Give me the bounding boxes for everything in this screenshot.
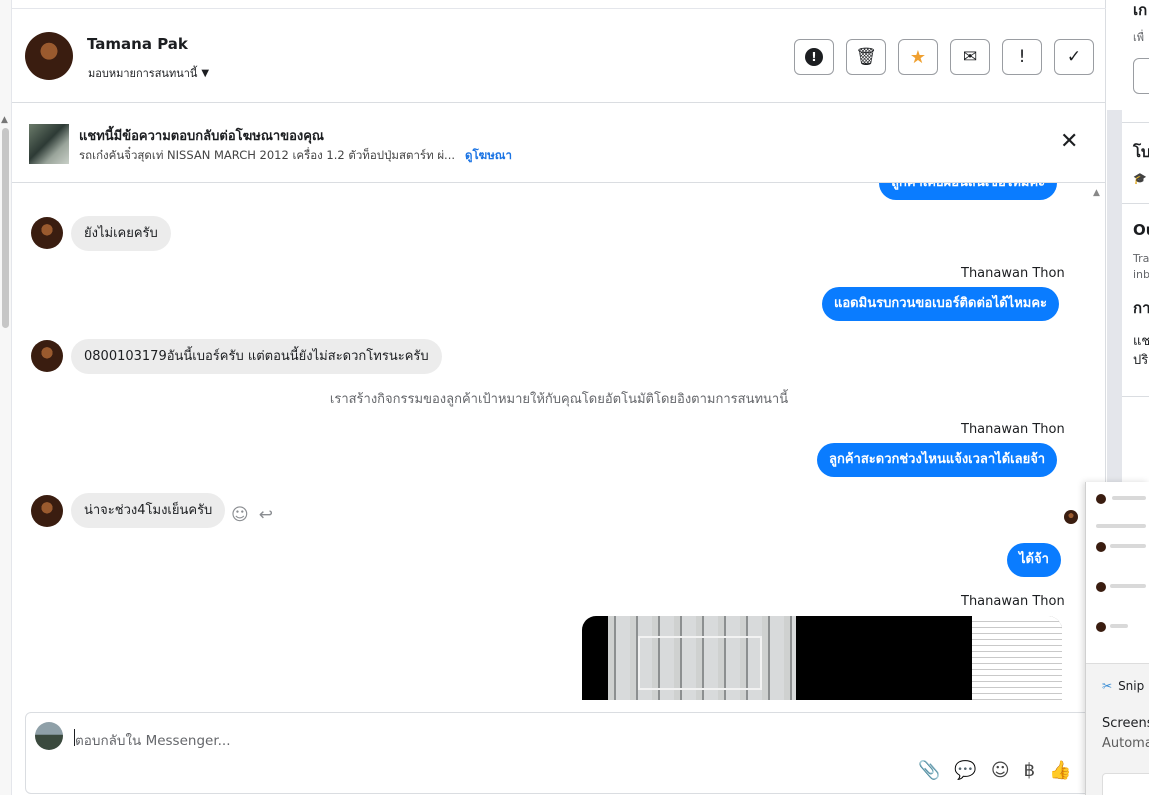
thumbnail-avatar [1096, 582, 1106, 592]
mark-done-button[interactable]: ✓ [1054, 39, 1094, 75]
panel-text: แช [1133, 334, 1149, 349]
left-scrollbar[interactable]: ▲ [0, 0, 12, 795]
scroll-up-arrow-icon[interactable]: ▲ [1093, 188, 1100, 198]
sender-name: Thanawan Thon [961, 266, 1065, 281]
thumbnail-line [1112, 496, 1146, 500]
ad-banner-description: รถเก๋งคันจิ๋วสุดเท่ NISSAN MARCH 2012 เค… [79, 147, 512, 165]
checkmark-icon: ✓ [1066, 47, 1082, 67]
ad-thumbnail[interactable] [29, 124, 69, 164]
panel-section-title: กา [1133, 299, 1149, 317]
thumbnail-avatar [1096, 494, 1106, 504]
panel-text: Tra [1133, 252, 1149, 265]
saved-reply-icon[interactable]: 💬 [954, 760, 976, 781]
panel-section-title: เก [1133, 1, 1148, 19]
panel-section-title: Ou [1133, 221, 1149, 239]
panel-text: ปริ [1133, 353, 1149, 368]
follow-up-button[interactable]: ! [1002, 39, 1042, 75]
like-icon[interactable]: 👍 [1049, 760, 1071, 781]
assign-label: มอบหมายการสนทนานี้ [88, 67, 198, 80]
thumbnail-line [1110, 624, 1128, 628]
graduation-cap-icon: 🎓 [1133, 172, 1147, 185]
contact-avatar[interactable] [31, 340, 63, 372]
message-actions: ☺ ↩ [231, 505, 273, 525]
view-ad-link[interactable]: ดูโฆษณา [465, 148, 512, 162]
envelope-icon: ✉ [962, 47, 978, 67]
conversation-header: Tamana Pak มอบหมายการสนทนานี้ ▼ ! 🗑 ★ ✉ [12, 8, 1106, 103]
thumbnail-line [1096, 524, 1146, 528]
message-incoming[interactable]: 0800103179อันนี้เบอร์ครับ แต่ตอนนี้ยังไม… [71, 339, 442, 374]
screenshot-thumbnail[interactable] [1086, 482, 1149, 664]
assign-conversation-dropdown[interactable]: มอบหมายการสนทนานี้ ▼ [88, 64, 209, 82]
snip-subtitle: Automa [1102, 736, 1149, 751]
panel-text: inb [1133, 268, 1149, 281]
page-avatar [35, 722, 63, 750]
divider [1122, 396, 1149, 397]
snip-app-name: Snip [1118, 679, 1145, 693]
close-icon[interactable]: ✕ [1060, 131, 1078, 153]
message-incoming[interactable]: ยังไม่เคยครับ [71, 216, 171, 251]
snip-app-label: ✂ Snip [1102, 679, 1144, 693]
emoji-react-icon[interactable]: ☺ [231, 505, 249, 525]
reply-input[interactable]: ตอบกลับใน Messenger... [75, 729, 231, 751]
star-button[interactable]: ★ [898, 39, 938, 75]
mark-unread-button[interactable]: ✉ [950, 39, 990, 75]
message-outgoing[interactable]: ได้จ้า [1007, 543, 1061, 577]
panel-section-title: โบ [1133, 143, 1149, 161]
thumbnail-avatar [1096, 622, 1106, 632]
composer-actions: 📎 💬 ☺ ฿ 👍 [918, 760, 1071, 781]
star-icon: ★ [909, 46, 927, 68]
exclamation-icon: ! [1018, 47, 1026, 67]
divider [1122, 122, 1149, 123]
attachment-screenshot [972, 616, 1062, 700]
panel-section-subtitle: เพื่ [1133, 31, 1145, 44]
conversation-pane: Tamana Pak มอบหมายการสนทนานี้ ▼ ! 🗑 ★ ✉ [12, 0, 1106, 795]
payment-icon[interactable]: ฿ [1024, 760, 1035, 781]
message-thread: ▲ ลูกค้าเคยผ่อนสินเชื่อไหมคะ ยังไม่เคยคร… [12, 183, 1106, 700]
reply-icon[interactable]: ↩ [259, 505, 273, 525]
snip-action-button[interactable] [1102, 773, 1149, 795]
gutter-top [1107, 0, 1122, 110]
contact-name[interactable]: Tamana Pak [87, 35, 188, 53]
ad-banner-title: แชทนี้มีข้อความตอบกลับต่อโฆษณาของคุณ [79, 129, 324, 144]
thumbnail-avatar [1096, 542, 1106, 552]
seen-indicator-avatar [1064, 510, 1078, 524]
alert-circle-icon: ! [805, 48, 823, 66]
snip-title: Screens [1102, 716, 1149, 731]
message-incoming[interactable]: น่าจะช่วง4โมงเย็นครับ [71, 493, 226, 528]
messenger-inbox: ▲ Tamana Pak มอบหมายการสนทนานี้ ▼ ! 🗑 ★ [0, 0, 1149, 795]
ad-reply-banner: แชทนี้มีข้อความตอบกลับต่อโฆษณาของคุณ รถเ… [12, 103, 1106, 183]
sender-name: Thanawan Thon [961, 422, 1065, 437]
contact-avatar[interactable] [25, 32, 73, 80]
contact-avatar[interactable] [31, 495, 63, 527]
thumbnail-line [1110, 544, 1146, 548]
ad-description-text: รถเก๋งคันจิ๋วสุดเท่ NISSAN MARCH 2012 เค… [79, 148, 456, 162]
panel-input[interactable] [1133, 58, 1149, 94]
scroll-up-arrow-icon[interactable]: ▲ [1, 115, 8, 125]
divider [1122, 203, 1149, 204]
scissors-icon: ✂ [1102, 679, 1113, 693]
spam-button[interactable]: ! [794, 39, 834, 75]
emoji-icon[interactable]: ☺ [991, 760, 1010, 781]
scrollbar-thumb[interactable] [2, 128, 9, 328]
delete-button[interactable]: 🗑 [846, 39, 886, 75]
contact-avatar[interactable] [31, 217, 63, 249]
caret-down-icon: ▼ [201, 67, 210, 79]
system-note: เราสร้างกิจกรรมของลูกค้าเป้าหมายให้กับคุ… [329, 392, 789, 407]
trash-icon: 🗑 [855, 47, 877, 67]
snipping-tool-notification[interactable]: ✂ Snip Screens Automa [1085, 482, 1149, 795]
message-outgoing[interactable]: แอดมินรบกวนขอเบอร์ติดต่อได้ไหมคะ [822, 287, 1060, 321]
reply-composer: ตอบกลับใน Messenger... 📎 💬 ☺ ฿ 👍 [25, 712, 1099, 794]
thumbnail-line [1110, 584, 1146, 588]
attachment-icon[interactable]: 📎 [918, 760, 940, 781]
shared-image-attachment[interactable] [582, 616, 1062, 700]
message-outgoing[interactable]: ลูกค้าเคยผ่อนสินเชื่อไหมคะ [879, 183, 1058, 200]
conversation-toolbar: ! 🗑 ★ ✉ ! ✓ [794, 39, 1094, 75]
sender-name: Thanawan Thon [961, 594, 1065, 609]
message-outgoing[interactable]: ลูกค้าสะดวกช่วงไหนแจ้งเวลาได้เลยจ้า [817, 443, 1058, 477]
attachment-photo [608, 616, 796, 700]
